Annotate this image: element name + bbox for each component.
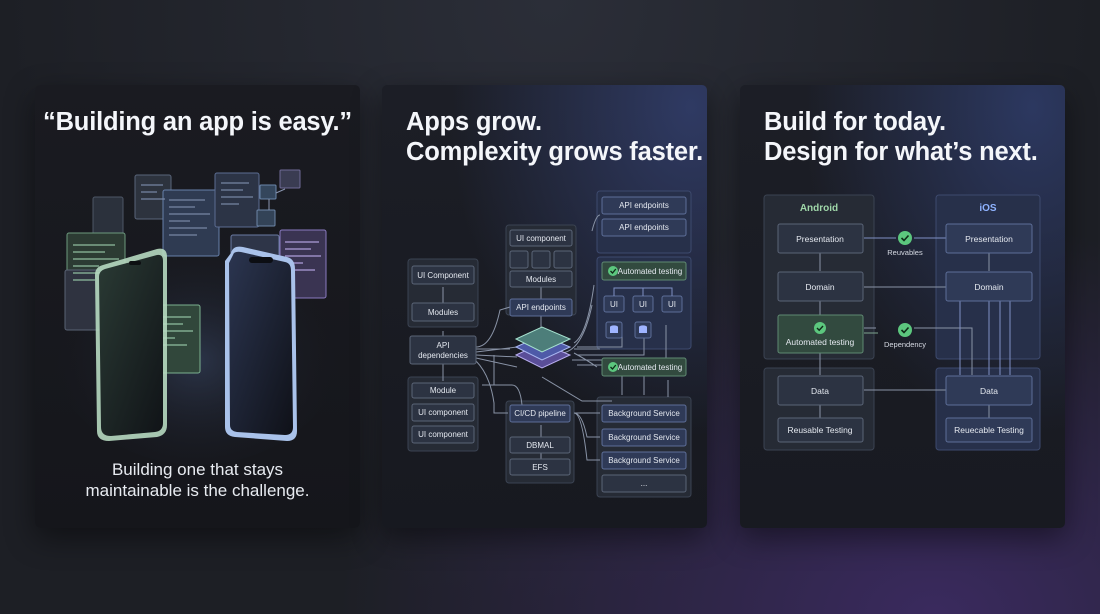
dependency-label: Dependency bbox=[884, 340, 926, 349]
ios-header: iOS bbox=[979, 203, 997, 214]
svg-text:API endpoints: API endpoints bbox=[619, 201, 669, 210]
svg-text:dependencies: dependencies bbox=[418, 351, 468, 360]
ios-data: Data bbox=[945, 375, 1033, 406]
svg-text:API: API bbox=[437, 341, 450, 350]
svg-text:Reuecable Testing: Reuecable Testing bbox=[954, 425, 1024, 435]
node-background-service-1: Background Service bbox=[601, 404, 687, 423]
android-header: Android bbox=[800, 203, 838, 214]
panel1-subtitle-line1: Building one that stays bbox=[111, 460, 284, 479]
stack-layers-icon bbox=[514, 326, 572, 369]
node-api-endpoints-2: API endpoints bbox=[601, 218, 687, 237]
node-ui-component-center: UI component bbox=[509, 229, 573, 247]
svg-text:API endpoints: API endpoints bbox=[619, 223, 669, 232]
panel-building-easy: “Building an app is easy.” Building one … bbox=[35, 85, 360, 528]
svg-text:Background Service: Background Service bbox=[608, 456, 680, 465]
svg-text:UI: UI bbox=[610, 300, 618, 309]
svg-text:CI/CD pipeline: CI/CD pipeline bbox=[514, 409, 566, 418]
svg-text:Modules: Modules bbox=[526, 275, 556, 284]
android-presentation: Presentation bbox=[777, 223, 864, 254]
svg-text:Data: Data bbox=[811, 386, 829, 396]
svg-text:Presentation: Presentation bbox=[796, 234, 844, 244]
svg-text:Automated testing: Automated testing bbox=[618, 363, 682, 372]
node-ui-component-bl2: UI component bbox=[411, 425, 475, 444]
node-automated-testing-1: Automated testing bbox=[601, 261, 687, 281]
svg-text:Reusable Testing: Reusable Testing bbox=[787, 425, 852, 435]
ios-domain: Domain bbox=[945, 271, 1033, 302]
svg-text:UI component: UI component bbox=[418, 408, 469, 417]
android-domain: Domain bbox=[777, 271, 864, 302]
svg-text:Domain: Domain bbox=[805, 282, 835, 292]
android-reusable-testing: Reusable Testing bbox=[777, 417, 864, 443]
android-phone-icon bbox=[95, 248, 167, 441]
reusables-check-icon bbox=[898, 231, 912, 245]
svg-text:UI: UI bbox=[639, 300, 647, 309]
svg-text:API endpoints: API endpoints bbox=[516, 303, 566, 312]
node-api-endpoints-mid: API endpoints bbox=[509, 298, 573, 317]
node-efs: EFS bbox=[509, 458, 571, 476]
svg-text:DBMAL: DBMAL bbox=[526, 441, 554, 450]
svg-text:Background Service: Background Service bbox=[608, 409, 680, 418]
svg-text:Modules: Modules bbox=[428, 308, 458, 317]
node-cicd-pipeline: CI/CD pipeline bbox=[509, 404, 571, 423]
node-background-service-2: Background Service bbox=[601, 428, 687, 447]
check-icon bbox=[608, 266, 618, 276]
node-modules-left: Modules bbox=[411, 302, 475, 322]
panel1-subtitle: Building one that stays maintainable is … bbox=[35, 459, 360, 501]
dependency-check-icon bbox=[898, 323, 912, 337]
ios-phone-icon bbox=[225, 246, 297, 441]
panel-architecture: Build for today. Design for what’s next.… bbox=[740, 85, 1065, 528]
android-data: Data bbox=[777, 375, 864, 406]
ios-reusable-testing: Reuecable Testing bbox=[945, 417, 1033, 443]
node-dbmal: DBMAL bbox=[509, 436, 571, 454]
svg-text:EFS: EFS bbox=[532, 463, 548, 472]
panel-complexity: Apps grow. Complexity grows faster. UI C… bbox=[382, 85, 707, 528]
node-modules-center: Modules bbox=[509, 270, 573, 288]
node-ui-component-bl1: UI component bbox=[411, 403, 475, 422]
node-api-endpoints-1: API endpoints bbox=[601, 196, 687, 215]
svg-text:Domain: Domain bbox=[974, 282, 1004, 292]
architecture-diagram: Android iOS Reuvables Dependency Present… bbox=[763, 194, 1041, 451]
reusables-label: Reuvables bbox=[887, 248, 923, 257]
node-module: Module bbox=[411, 382, 475, 399]
slide: “Building an app is easy.” Building one … bbox=[0, 0, 1100, 614]
svg-text:Automated testing: Automated testing bbox=[786, 337, 855, 347]
node-api-dependencies: API dependencies bbox=[409, 335, 477, 365]
panel1-subtitle-line2: maintainable is the challenge. bbox=[85, 481, 310, 500]
svg-text:Presentation: Presentation bbox=[965, 234, 1013, 244]
svg-text:Data: Data bbox=[980, 386, 998, 396]
android-automated-testing: Automated testing bbox=[777, 314, 864, 354]
svg-text:UI component: UI component bbox=[418, 430, 469, 439]
panel1-title: “Building an app is easy.” bbox=[43, 108, 352, 136]
svg-text:UI Component: UI Component bbox=[417, 271, 469, 280]
svg-text:Module: Module bbox=[430, 386, 457, 395]
node-automated-testing-2: Automated testing bbox=[601, 357, 687, 377]
node-ellipsis: ... bbox=[601, 474, 687, 493]
node-background-service-3: Background Service bbox=[601, 451, 687, 470]
svg-text:Automated testing: Automated testing bbox=[618, 267, 682, 276]
svg-text:Background Service: Background Service bbox=[608, 433, 680, 442]
svg-text:UI: UI bbox=[668, 300, 676, 309]
module-tiles bbox=[509, 250, 573, 269]
svg-text:...: ... bbox=[641, 479, 648, 488]
check-icon bbox=[814, 322, 826, 334]
svg-text:UI component: UI component bbox=[516, 234, 567, 243]
ios-presentation: Presentation bbox=[945, 223, 1033, 254]
node-ui-component-left: UI Component bbox=[411, 265, 475, 285]
complexity-diagram: UI Component Modules API dependencies Mo… bbox=[407, 190, 692, 498]
check-icon bbox=[608, 362, 618, 372]
